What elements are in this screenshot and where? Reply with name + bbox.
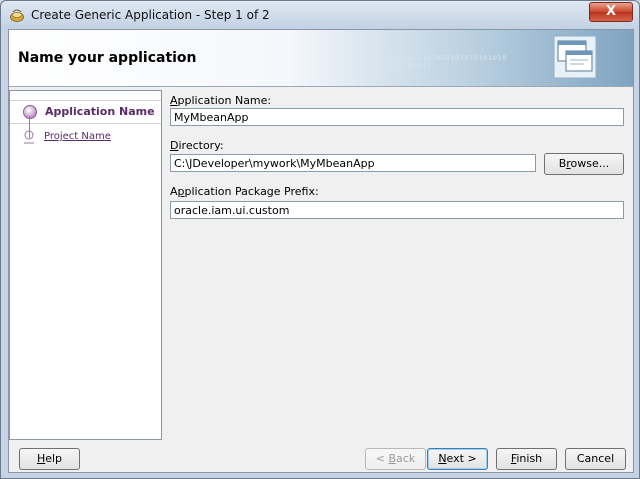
step-node-icon <box>24 130 34 144</box>
package-prefix-input[interactable]: oracle.iam.ui.custom <box>170 201 624 219</box>
cancel-button[interactable]: Cancel <box>565 448 626 470</box>
application-name-input[interactable]: MyMbeanApp <box>170 108 624 126</box>
step-selected-icon <box>23 105 37 119</box>
mnemonic: A <box>170 94 178 107</box>
package-prefix-label: Application Package Prefix: <box>170 185 319 198</box>
window-title: Create Generic Application - Step 1 of 2 <box>31 8 270 22</box>
label-text: irectory: <box>178 139 224 152</box>
browse-button[interactable]: Browse... <box>544 153 624 175</box>
page-title: Name your application <box>18 50 197 66</box>
finish-button[interactable]: Finish <box>496 448 557 470</box>
step-project-name[interactable]: Project Name <box>10 127 161 149</box>
next-button[interactable]: Next > <box>427 448 488 470</box>
label-text: A <box>170 185 178 198</box>
dialog-window: Create Generic Application - Step 1 of 2… <box>0 0 640 479</box>
directory-input[interactable]: C:\JDeveloper\mywork\MyMbeanApp <box>170 154 536 172</box>
application-window-icon <box>553 35 597 79</box>
label-text: pplication Name: <box>177 94 272 107</box>
step-label: Application Name <box>45 105 155 118</box>
label-text: owse... <box>570 157 610 170</box>
mnemonic: N <box>438 452 447 465</box>
directory-label: Directory: <box>170 139 224 152</box>
label-text: ext > <box>446 452 477 465</box>
label-text: elp <box>45 452 63 465</box>
mnemonic: B <box>388 452 397 465</box>
back-button[interactable]: < Back <box>365 448 426 470</box>
application-name-label: Application Name: <box>170 94 271 107</box>
label-text: inish <box>516 452 543 465</box>
dialog-content: Name your application 010101010101010101… <box>8 29 634 473</box>
help-button[interactable]: Help <box>19 448 80 470</box>
close-icon: X <box>605 4 617 19</box>
banner-decoration-text: 0101010101010101010101010 010101010 <box>389 54 507 70</box>
close-button[interactable]: X <box>589 2 633 22</box>
wizard-banner: Name your application 010101010101010101… <box>9 30 633 87</box>
wizard-steps-panel: Application Name Project Name <box>9 90 162 440</box>
step-label[interactable]: Project Name <box>44 131 111 142</box>
label-text: ack <box>396 452 416 465</box>
label-text: plication Package Prefix: <box>184 185 319 198</box>
jdeveloper-app-icon <box>10 9 24 22</box>
mnemonic: p <box>177 185 185 198</box>
step-application-name[interactable]: Application Name <box>10 100 161 124</box>
label-text: < <box>375 452 389 465</box>
title-bar[interactable]: Create Generic Application - Step 1 of 2… <box>1 1 639 29</box>
mnemonic: H <box>36 452 46 465</box>
